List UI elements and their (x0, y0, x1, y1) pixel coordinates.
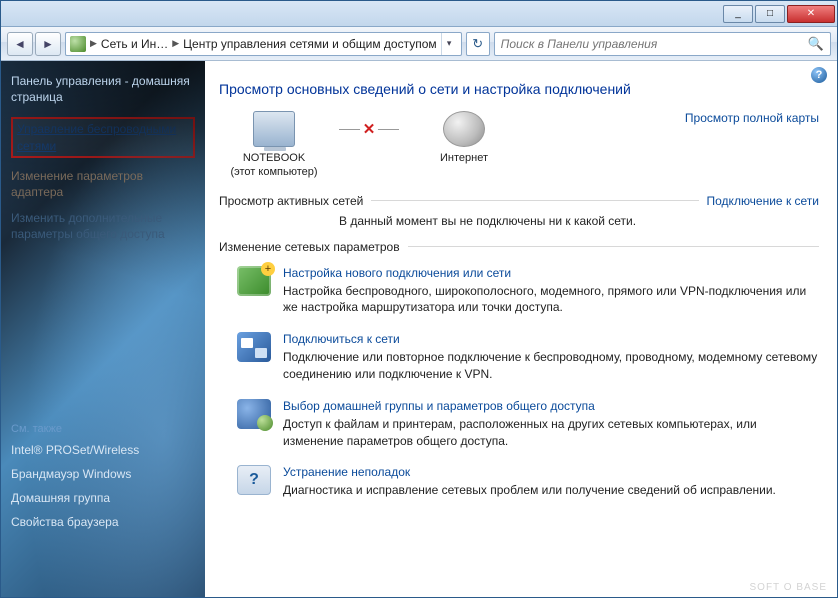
see-also-header: См. также (11, 423, 195, 435)
connect-icon (237, 332, 271, 362)
node-label: NOTEBOOK (243, 151, 305, 165)
breadcrumb-seg2[interactable]: Центр управления сетями и общим доступом (183, 37, 437, 51)
sidebar: Панель управления - домашняя страница Уп… (1, 61, 205, 597)
active-networks-message: В данный момент вы не подключены ни к ка… (339, 214, 819, 228)
spacer (11, 253, 195, 423)
see-also-link[interactable]: Домашняя группа (11, 491, 195, 505)
troubleshoot-icon (237, 465, 271, 495)
chevron-icon: ▶ (172, 38, 179, 49)
connection-fail-icon: ✕ (360, 120, 378, 138)
connect-to-network-link[interactable]: Подключение к сети (707, 194, 819, 208)
close-button[interactable]: ✕ (787, 5, 835, 23)
refresh-button[interactable]: ↻ (466, 32, 490, 56)
globe-icon (443, 111, 485, 147)
chevron-icon: ▶ (90, 38, 97, 49)
task-desc: Доступ к файлам и принтерам, расположенн… (283, 416, 819, 450)
node-sublabel: (этот компьютер) (230, 165, 317, 179)
task-connect: Подключиться к сети Подключение или повт… (237, 332, 819, 383)
nav-arrows: ◄ ► (7, 32, 61, 56)
titlebar: _ □ ✕ (1, 1, 837, 27)
divider (371, 200, 698, 201)
forward-button[interactable]: ► (35, 32, 61, 56)
task-desc: Настройка беспроводного, широкополосного… (283, 283, 819, 317)
change-settings-header: Изменение сетевых параметров (219, 240, 819, 254)
task-homegroup: Выбор домашней группы и параметров общег… (237, 399, 819, 450)
task-body: Подключиться к сети Подключение или повт… (283, 332, 819, 383)
task-link[interactable]: Подключиться к сети (283, 332, 819, 346)
window: _ □ ✕ ◄ ► ▶ Сеть и Ин… ▶ Центр управлени… (0, 0, 838, 598)
address-bar[interactable]: ▶ Сеть и Ин… ▶ Центр управления сетями и… (65, 32, 462, 56)
task-body: Настройка нового подключения или сети На… (283, 266, 819, 317)
see-also-link[interactable]: Свойства браузера (11, 515, 195, 529)
see-also-link[interactable]: Брандмауэр Windows (11, 467, 195, 481)
watermark: SOFT O BASE (750, 582, 828, 593)
task-troubleshoot: Устранение неполадок Диагностика и испра… (237, 465, 819, 499)
address-icon (70, 36, 86, 52)
sidebar-item-wireless[interactable]: Управление беспроводными сетями (11, 117, 195, 157)
view-full-map-link[interactable]: Просмотр полной карты (685, 111, 819, 125)
breadcrumb-seg1[interactable]: Сеть и Ин… (101, 37, 168, 51)
see-also-link[interactable]: Intel® PROSet/Wireless (11, 443, 195, 457)
task-body: Выбор домашней группы и параметров общег… (283, 399, 819, 450)
active-networks-header: Просмотр активных сетей Подключение к се… (219, 194, 819, 208)
minimize-button[interactable]: _ (723, 5, 753, 23)
search-icon: 🔍 (808, 36, 824, 52)
task-link[interactable]: Выбор домашней группы и параметров общег… (283, 399, 819, 413)
node-this-pc[interactable]: NOTEBOOK (этот компьютер) (219, 111, 329, 180)
node-internet[interactable]: Интернет (409, 111, 519, 165)
page-title: Просмотр основных сведений о сети и наст… (219, 81, 819, 97)
sidebar-item-advanced[interactable]: Изменить дополнительные параметры общего… (11, 210, 195, 242)
maximize-button[interactable]: □ (755, 5, 785, 23)
section-title: Просмотр активных сетей (219, 194, 363, 208)
network-map: NOTEBOOK (этот компьютер) ✕ Интернет Про… (219, 111, 819, 180)
connection-line: ✕ (339, 111, 399, 147)
task-new-connection: Настройка нового подключения или сети На… (237, 266, 819, 317)
task-link[interactable]: Устранение неполадок (283, 465, 819, 479)
task-desc: Подключение или повторное подключение к … (283, 349, 819, 383)
content: ? Просмотр основных сведений о сети и на… (205, 61, 837, 597)
new-connection-icon (237, 266, 271, 296)
sidebar-home-link[interactable]: Панель управления - домашняя страница (11, 73, 195, 105)
search-input[interactable] (501, 37, 804, 51)
help-icon[interactable]: ? (811, 67, 827, 83)
task-link[interactable]: Настройка нового подключения или сети (283, 266, 819, 280)
navbar: ◄ ► ▶ Сеть и Ин… ▶ Центр управления сетя… (1, 27, 837, 61)
node-label: Интернет (440, 151, 488, 165)
section-title: Изменение сетевых параметров (219, 240, 400, 254)
search-box[interactable]: 🔍 (494, 32, 831, 56)
body: Панель управления - домашняя страница Уп… (1, 61, 837, 597)
task-body: Устранение неполадок Диагностика и испра… (283, 465, 819, 499)
address-dropdown[interactable]: ▾ (441, 33, 457, 55)
homegroup-icon (237, 399, 271, 429)
back-button[interactable]: ◄ (7, 32, 33, 56)
sidebar-item-adapter[interactable]: Изменение параметров адаптера (11, 168, 195, 200)
task-desc: Диагностика и исправление сетевых пробле… (283, 482, 819, 499)
divider (408, 246, 819, 247)
computer-icon (253, 111, 295, 147)
